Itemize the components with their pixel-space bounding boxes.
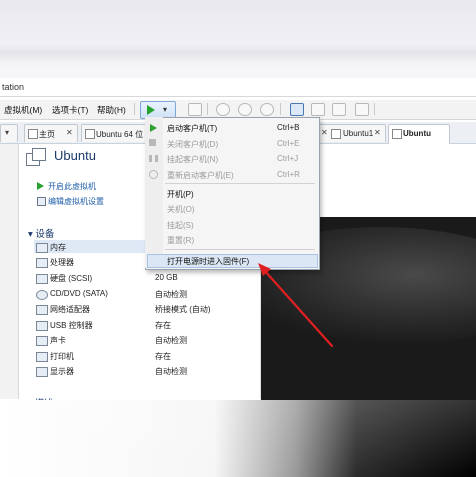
- send-keys-icon[interactable]: [188, 103, 202, 116]
- menu-suspend-guest[interactable]: 挂起客户机(N): [167, 154, 218, 165]
- tab-home[interactable]: 主页 ✕: [24, 124, 78, 142]
- menu-power-off[interactable]: 关机(O): [167, 204, 195, 215]
- close-icon[interactable]: ✕: [321, 128, 328, 137]
- shortcut-label: Ctrl+R: [277, 170, 300, 179]
- cd-dvd-icon: [36, 290, 48, 300]
- library-dropdown[interactable]: ▾: [0, 124, 18, 142]
- tab-ubuntu1[interactable]: ✕ Ubuntu1 ✕: [318, 124, 386, 142]
- processor-icon: [36, 258, 48, 268]
- menu-vm[interactable]: 虚拟机(M): [4, 104, 42, 116]
- menu-reset[interactable]: 重置(R): [167, 235, 194, 246]
- shortcut-label: Ctrl+J: [277, 154, 299, 163]
- home-icon: [28, 129, 38, 139]
- hard-disk-icon: [36, 274, 48, 284]
- memory-icon: [36, 243, 48, 253]
- tab-label: Ubuntu1: [343, 129, 374, 138]
- network-adapter-icon: [36, 305, 48, 315]
- tab-label: Ubuntu 64 位: [96, 130, 144, 139]
- usb-icon: [36, 321, 48, 331]
- tab-label: Ubuntu: [403, 129, 431, 138]
- menu-help[interactable]: 帮助(H): [97, 104, 126, 116]
- restart-icon: [149, 170, 158, 179]
- snapshot-manager-icon[interactable]: [260, 103, 274, 116]
- menu-power-on-to-firmware[interactable]: 打开电源时进入固件(F): [167, 256, 249, 267]
- pause-icon: [149, 155, 158, 162]
- menu-power-on[interactable]: 开机(P): [167, 189, 194, 200]
- power-on-vm-link[interactable]: 开启此虚拟机: [37, 181, 96, 192]
- toolbar-separator: [280, 103, 281, 115]
- toolbar-separator: [374, 103, 375, 115]
- menu-restart-guest[interactable]: 重新启动客户机(E): [167, 170, 234, 181]
- menu-tabs[interactable]: 选项卡(T): [52, 104, 88, 116]
- toolbar-separator: [207, 103, 208, 115]
- menu-start-guest[interactable]: 启动客户机(T): [167, 123, 217, 134]
- vm-icon: [85, 129, 95, 139]
- tab-ubuntu[interactable]: Ubuntu: [388, 124, 450, 144]
- display-icon: [36, 367, 48, 377]
- play-icon: [150, 124, 157, 132]
- menu-shutdown-guest[interactable]: 关闭客户机(D): [167, 139, 218, 150]
- menu-separator: [165, 183, 315, 184]
- settings-icon: [37, 197, 46, 206]
- sound-icon: [36, 336, 48, 346]
- blurred-background-bottom: [0, 400, 476, 477]
- tab-ubuntu-64[interactable]: Ubuntu 64 位: [81, 124, 149, 142]
- play-icon: [147, 105, 155, 115]
- revert-snapshot-icon[interactable]: [238, 103, 252, 116]
- library-strip: [0, 144, 18, 399]
- play-icon: [37, 182, 44, 190]
- snapshot-icon[interactable]: [216, 103, 230, 116]
- menu-separator: [165, 249, 315, 250]
- tab-label: 主页: [39, 130, 55, 139]
- console-view-icon[interactable]: [311, 103, 325, 116]
- close-icon[interactable]: ✕: [66, 128, 73, 137]
- toolbar-separator: [134, 103, 135, 115]
- fullscreen-icon[interactable]: [332, 103, 346, 116]
- devices-header[interactable]: ▾ 设备: [28, 226, 54, 240]
- chevron-down-icon[interactable]: ▾: [163, 105, 167, 114]
- stop-icon: [149, 139, 156, 146]
- vm-logo-icon: [24, 147, 46, 169]
- window-title: tation: [2, 82, 25, 92]
- vm-icon: [331, 129, 341, 139]
- menu-suspend[interactable]: 挂起(S): [167, 220, 194, 231]
- sidebar-view-icon[interactable]: [290, 103, 304, 116]
- shortcut-label: Ctrl+B: [277, 123, 300, 132]
- panel-divider: [18, 144, 19, 399]
- title-divider: [0, 96, 476, 97]
- vm-title: Ubuntu: [54, 148, 96, 163]
- shortcut-label: Ctrl+E: [277, 139, 300, 148]
- unity-icon[interactable]: [355, 103, 369, 116]
- blurred-background-top: [0, 0, 476, 78]
- printer-icon: [36, 352, 48, 362]
- vm-icon: [392, 129, 402, 139]
- edit-vm-settings-link[interactable]: 编辑虚拟机设置: [37, 196, 104, 207]
- close-icon[interactable]: ✕: [374, 128, 381, 137]
